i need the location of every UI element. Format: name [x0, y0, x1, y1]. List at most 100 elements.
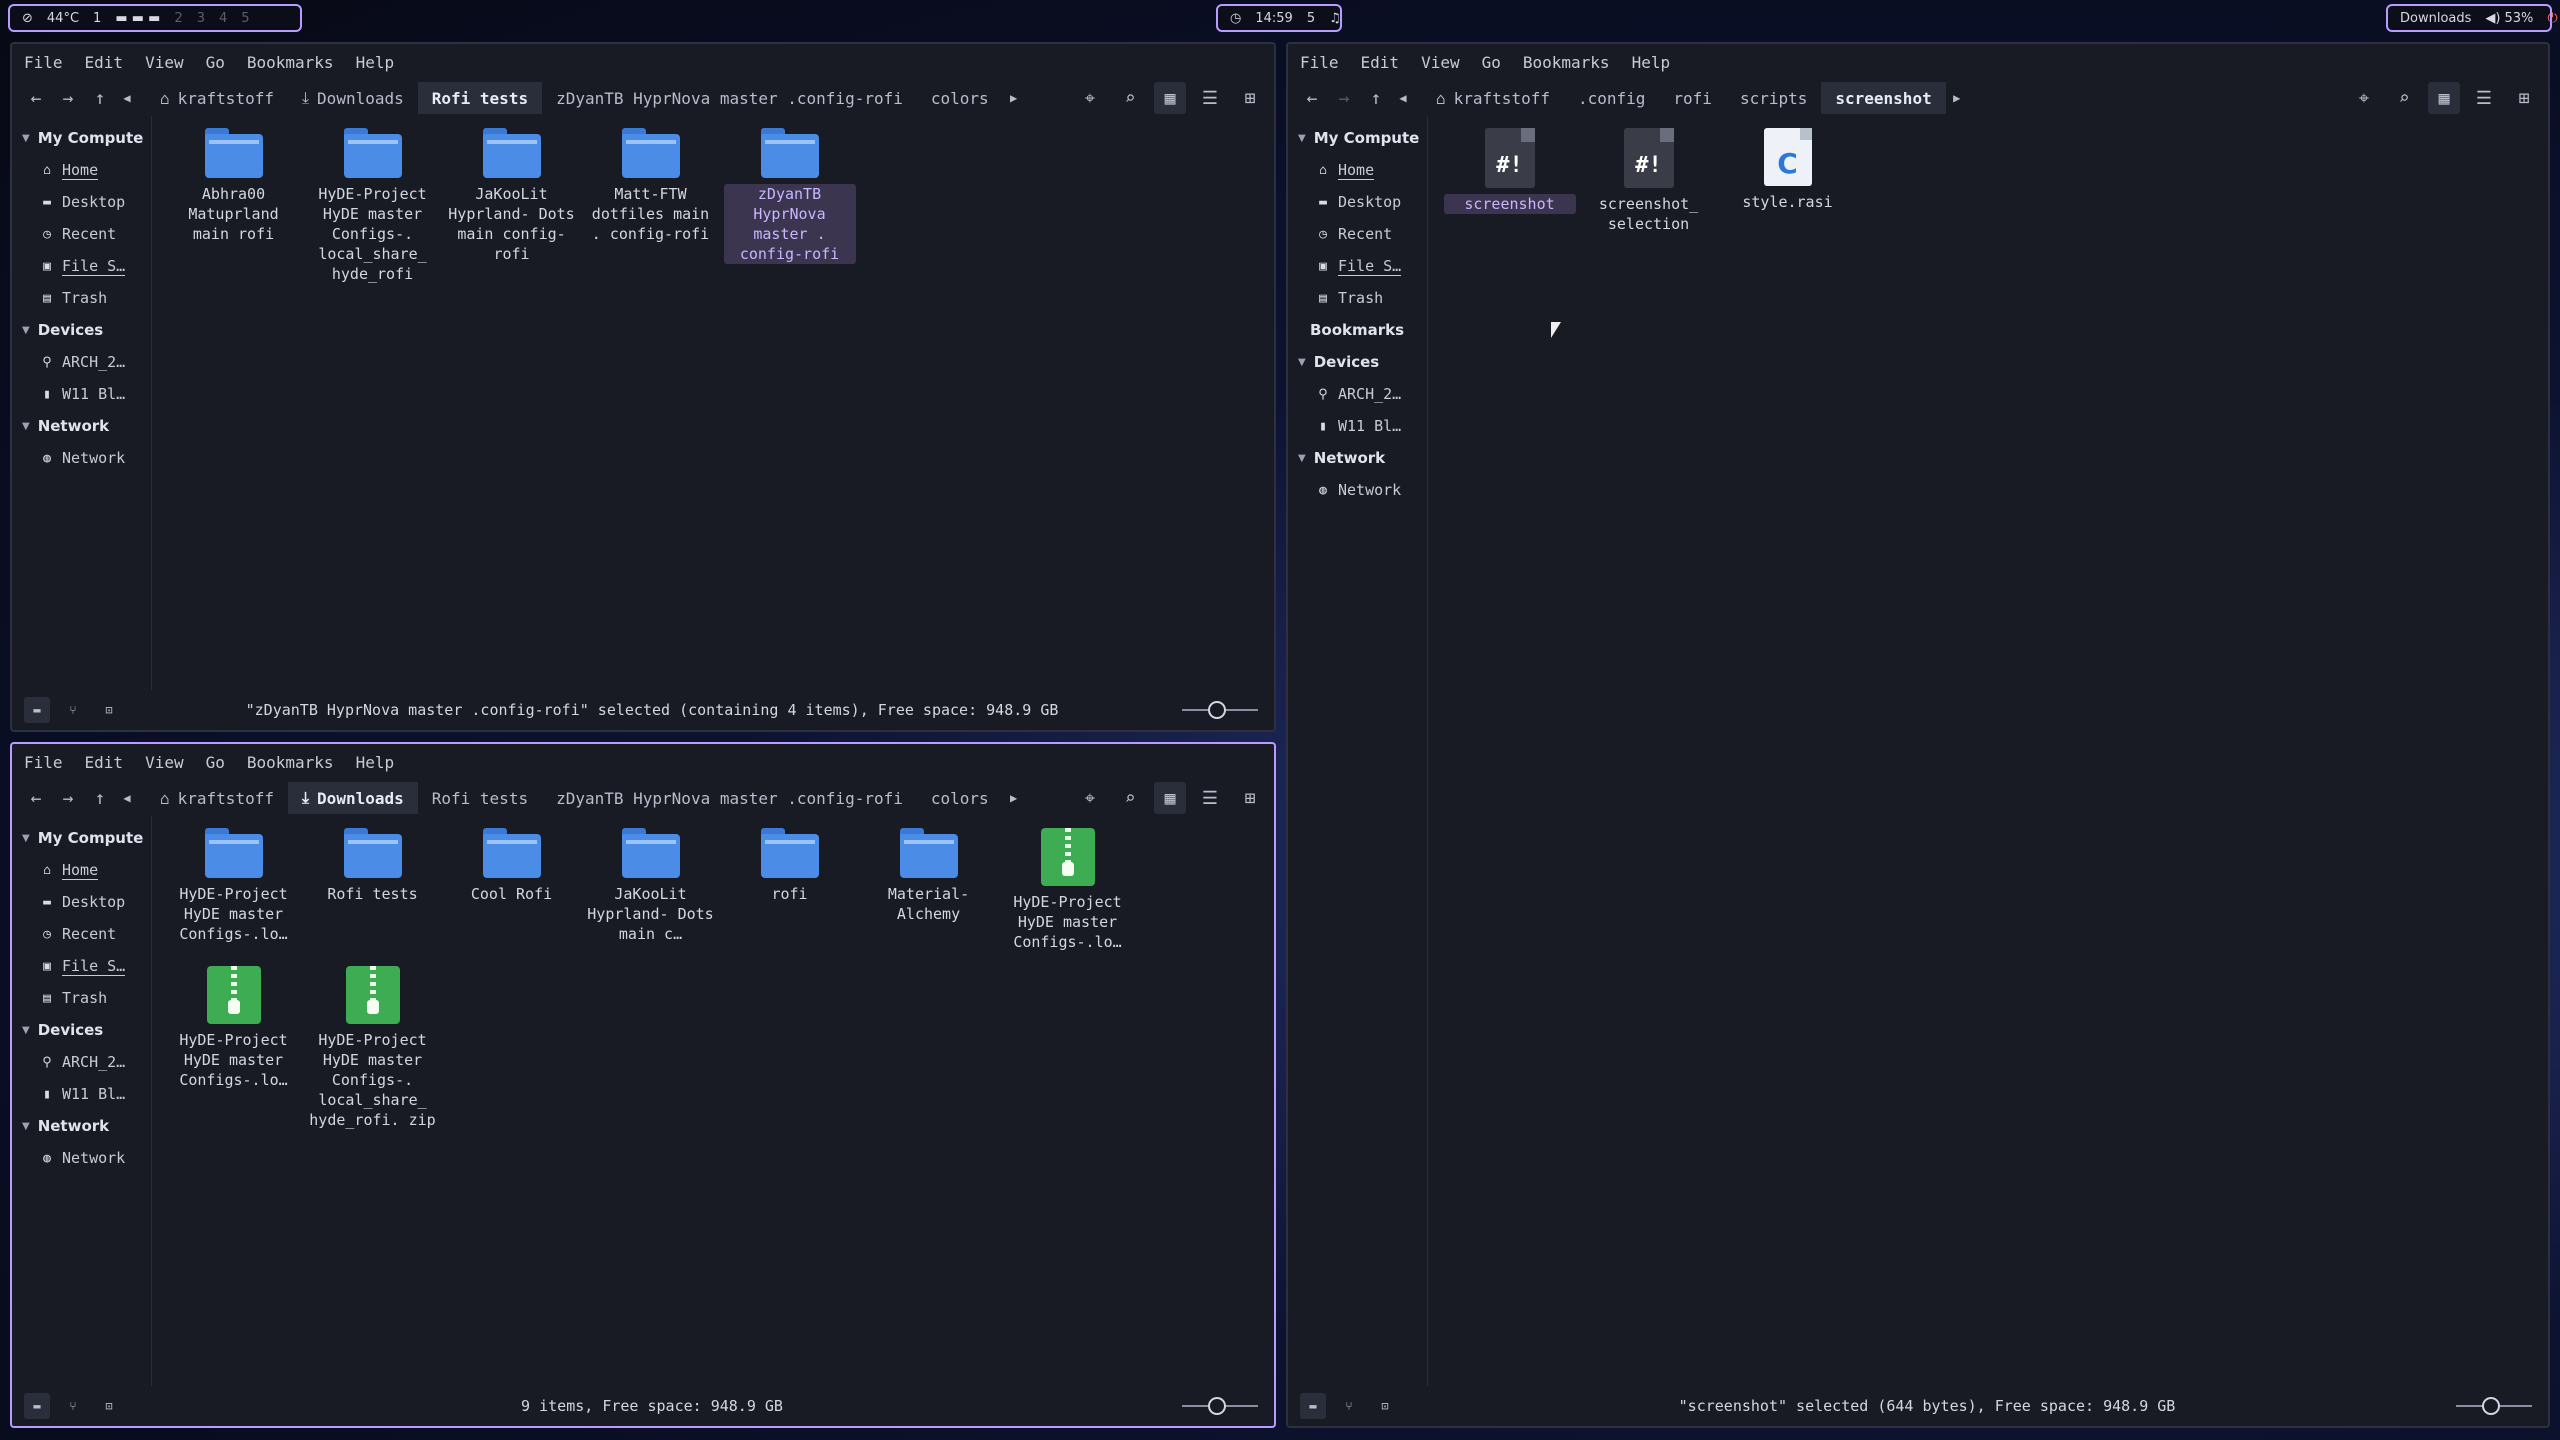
workspace-3[interactable]: 3: [197, 11, 205, 26]
forward-arrow-icon[interactable]: →: [52, 782, 84, 814]
section-my-computer[interactable]: ▼ My Compute: [1288, 122, 1427, 154]
location-pin-icon[interactable]: ⌖: [1074, 82, 1106, 114]
folder-item-selected[interactable]: zDyanTB HyprNova master . config-rofi: [720, 124, 859, 284]
compact-view-icon[interactable]: ⊞: [1234, 782, 1266, 814]
sidebar-item-network[interactable]: ◍ Network: [1288, 474, 1427, 506]
sidebar-item-trash[interactable]: ▤ Trash: [1288, 282, 1427, 314]
search-icon[interactable]: ⌕: [1114, 782, 1146, 814]
compact-view-icon[interactable]: ⊞: [1234, 82, 1266, 114]
menu-edit[interactable]: Edit: [85, 753, 124, 772]
sidebar-item-home[interactable]: ⌂ Home: [1288, 154, 1427, 186]
sidebar-toggle-icon[interactable]: ⊡: [96, 1393, 122, 1419]
crumb-rofi-tests[interactable]: Rofi tests: [417, 82, 543, 114]
script-file-item[interactable]: #! screenshot_ selection: [1579, 124, 1718, 234]
places-toggle-icon[interactable]: ▬: [24, 697, 50, 723]
list-view-icon[interactable]: ☰: [1194, 82, 1226, 114]
section-devices[interactable]: ▼ Devices: [12, 314, 151, 346]
sidebar-item-recent[interactable]: ◷ Recent: [12, 218, 151, 250]
zip-file-item[interactable]: HyDE-Project HyDE master Configs-. local…: [303, 962, 442, 1130]
sidebar-toggle-icon[interactable]: ⊡: [96, 697, 122, 723]
back-arrow-icon[interactable]: ←: [20, 82, 52, 114]
menu-go[interactable]: Go: [1482, 53, 1501, 72]
up-arrow-icon[interactable]: ↑: [84, 82, 116, 114]
workspace-5[interactable]: 5: [241, 11, 249, 26]
sidebar-item-trash[interactable]: ▤ Trash: [12, 982, 151, 1014]
menu-edit[interactable]: Edit: [1361, 53, 1400, 72]
sidebar-item-recent[interactable]: ◷ Recent: [1288, 218, 1427, 250]
sidebar-item-recent[interactable]: ◷ Recent: [12, 918, 151, 950]
rasi-file-item[interactable]: Cstyle.rasi: [1718, 124, 1857, 234]
sidebar-item-desktop[interactable]: ▬ Desktop: [12, 886, 151, 918]
list-view-icon[interactable]: ☰: [2468, 82, 2500, 114]
menu-bookmarks[interactable]: Bookmarks: [247, 753, 334, 772]
up-arrow-icon[interactable]: ↑: [1360, 82, 1392, 114]
volume-icon[interactable]: ◀): [2485, 11, 2500, 26]
folder-item[interactable]: Material- Alchemy: [859, 824, 998, 952]
workspace-4[interactable]: 4: [219, 11, 227, 26]
search-icon[interactable]: ⌕: [2388, 82, 2420, 114]
crumb-rofi-tests[interactable]: Rofi tests: [418, 782, 542, 814]
sidebar-item-desktop[interactable]: ▬ Desktop: [1288, 186, 1427, 218]
menu-view[interactable]: View: [145, 753, 184, 772]
script-file-item-selected[interactable]: #! screenshot: [1440, 124, 1579, 234]
tree-toggle-icon[interactable]: ⑂: [60, 1393, 86, 1419]
folder-item[interactable]: rofi: [720, 824, 859, 952]
menu-go[interactable]: Go: [206, 753, 225, 772]
crumb-right-chevron-icon[interactable]: ▶: [1946, 82, 1968, 114]
sidebar-item-network[interactable]: ◍ Network: [12, 442, 151, 474]
crumb-scripts[interactable]: scripts: [1726, 82, 1821, 114]
crumb-downloads[interactable]: ⤓ Downloads: [287, 782, 418, 814]
zip-file-item[interactable]: HyDE-Project HyDE master Configs-.lo…: [164, 962, 303, 1130]
icon-view-icon[interactable]: ▦: [1154, 82, 1186, 114]
section-my-computer[interactable]: ▼ My Compute: [12, 122, 151, 154]
menu-file[interactable]: File: [24, 753, 63, 772]
menu-bookmarks[interactable]: Bookmarks: [247, 53, 334, 72]
sidebar-item-filesystem[interactable]: ▣ File S…: [12, 250, 151, 282]
crumb-colors[interactable]: colors: [917, 82, 1003, 114]
sidebar-item-home[interactable]: ⌂ Home: [12, 154, 151, 186]
power-icon[interactable]: ⏻: [2547, 11, 2557, 26]
sidebar-item-trash[interactable]: ▤ Trash: [12, 282, 151, 314]
up-arrow-icon[interactable]: ↑: [84, 782, 116, 814]
menu-help[interactable]: Help: [1632, 53, 1671, 72]
crumb-kraftstoff[interactable]: ⌂ kraftstoff: [146, 782, 288, 814]
search-icon[interactable]: ⌕: [1114, 82, 1146, 114]
menu-go[interactable]: Go: [206, 53, 225, 72]
folder-item[interactable]: Rofi tests: [303, 824, 442, 952]
tree-toggle-icon[interactable]: ⑂: [60, 697, 86, 723]
crumb-colors[interactable]: colors: [917, 782, 1003, 814]
list-view-icon[interactable]: ☰: [1194, 782, 1226, 814]
crumb-kraftstoff[interactable]: ⌂ kraftstoff: [1422, 82, 1564, 114]
folder-item[interactable]: JaKooLit Hyprland- Dots main c…: [581, 824, 720, 952]
section-devices[interactable]: ▼ Devices: [12, 1014, 151, 1046]
menu-edit[interactable]: Edit: [85, 53, 124, 72]
section-network[interactable]: ▼ Network: [1288, 442, 1427, 474]
folder-item[interactable]: Abhra00 Matuprland main rofi: [164, 124, 303, 284]
icon-view-icon[interactable]: ▦: [2428, 82, 2460, 114]
folder-item[interactable]: HyDE-Project HyDE master Configs-. local…: [303, 124, 442, 284]
compact-view-icon[interactable]: ⊞: [2508, 82, 2540, 114]
crumb-left-chevron-icon[interactable]: ◀: [116, 782, 138, 814]
forward-arrow-icon[interactable]: →: [52, 82, 84, 114]
crumb-rofi[interactable]: rofi: [1659, 82, 1726, 114]
crumb-left-chevron-icon[interactable]: ◀: [116, 82, 138, 114]
sidebar-item-arch[interactable]: ⚲ ARCH_2…: [12, 346, 151, 378]
sidebar-item-home[interactable]: ⌂ Home: [12, 854, 151, 886]
sidebar-item-w11[interactable]: ▮ W11 Bl…: [12, 378, 151, 410]
section-devices[interactable]: ▼ Devices: [1288, 346, 1427, 378]
folder-item[interactable]: Matt-FTW dotfiles main . config-rofi: [581, 124, 720, 284]
zoom-slider[interactable]: [1182, 1396, 1258, 1416]
location-pin-icon[interactable]: ⌖: [2348, 82, 2380, 114]
tree-toggle-icon[interactable]: ⑂: [1336, 1393, 1362, 1419]
sidebar-item-w11[interactable]: ▮ W11 Bl…: [1288, 410, 1427, 442]
crumb-kraftstoff[interactable]: ⌂ kraftstoff: [146, 82, 288, 114]
menu-help[interactable]: Help: [356, 753, 395, 772]
workspace-2[interactable]: 2: [174, 11, 182, 26]
sidebar-item-desktop[interactable]: ▬ Desktop: [12, 186, 151, 218]
menu-file[interactable]: File: [1300, 53, 1339, 72]
sidebar-item-w11[interactable]: ▮ W11 Bl…: [12, 1078, 151, 1110]
sidebar-item-filesystem[interactable]: ▣ File S…: [1288, 250, 1427, 282]
places-toggle-icon[interactable]: ▬: [1300, 1393, 1326, 1419]
menu-help[interactable]: Help: [356, 53, 395, 72]
zip-file-item[interactable]: HyDE-Project HyDE master Configs-.lo…: [998, 824, 1137, 952]
